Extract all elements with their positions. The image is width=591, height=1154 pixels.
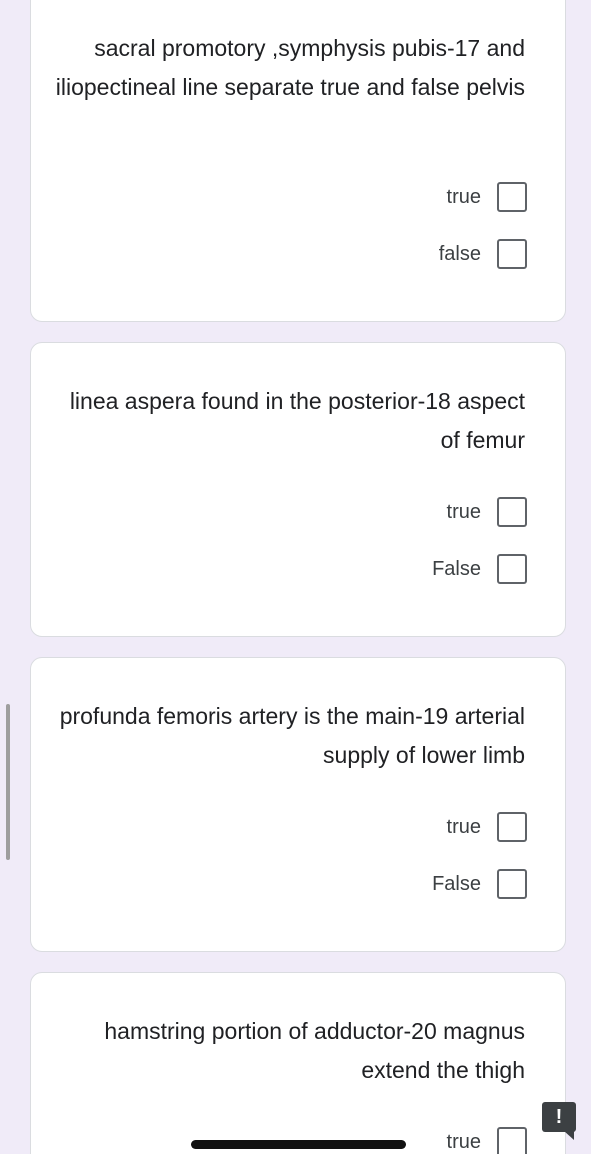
option-true[interactable]: true <box>447 810 527 844</box>
checkbox[interactable] <box>497 239 527 269</box>
checkbox[interactable] <box>497 1127 527 1154</box>
checkbox[interactable] <box>497 497 527 527</box>
checkbox[interactable] <box>497 182 527 212</box>
question-text: profunda femoris artery is the main-19 a… <box>59 703 525 768</box>
feedback-exclamation-icon[interactable]: ! <box>542 1102 576 1140</box>
question-text: linea aspera found in the posterior-18 a… <box>69 388 525 453</box>
question-text: sacral promotory ,symphysis pubis-17 and… <box>55 35 525 100</box>
option-false[interactable]: False <box>432 552 527 586</box>
option-false[interactable]: False <box>432 867 527 901</box>
form-page: sacral promotory ,symphysis pubis-17 and… <box>0 0 591 1154</box>
question-card-20: hamstring portion of adductor-20 magnus … <box>30 972 566 1154</box>
question-card-19: profunda femoris artery is the main-19 a… <box>30 657 566 952</box>
option-label: true <box>446 1130 481 1153</box>
scrollbar[interactable] <box>6 704 10 860</box>
option-true[interactable]: true <box>447 495 527 529</box>
question-text: hamstring portion of adductor-20 magnus … <box>104 1018 525 1083</box>
option-false[interactable]: false <box>439 237 527 271</box>
option-label: False <box>432 872 481 895</box>
option-true[interactable]: true <box>447 1125 527 1154</box>
question-card-18: linea aspera found in the posterior-18 a… <box>30 342 566 637</box>
option-label: False <box>432 557 481 580</box>
checkbox[interactable] <box>497 812 527 842</box>
question-card-17: sacral promotory ,symphysis pubis-17 and… <box>30 0 566 322</box>
home-indicator-bar[interactable] <box>191 1140 406 1149</box>
checkbox[interactable] <box>497 554 527 584</box>
option-label: false <box>438 242 481 265</box>
option-label: true <box>446 500 481 523</box>
checkbox[interactable] <box>497 869 527 899</box>
option-label: true <box>446 185 481 208</box>
option-label: true <box>446 815 481 838</box>
option-true[interactable]: true <box>447 180 527 214</box>
